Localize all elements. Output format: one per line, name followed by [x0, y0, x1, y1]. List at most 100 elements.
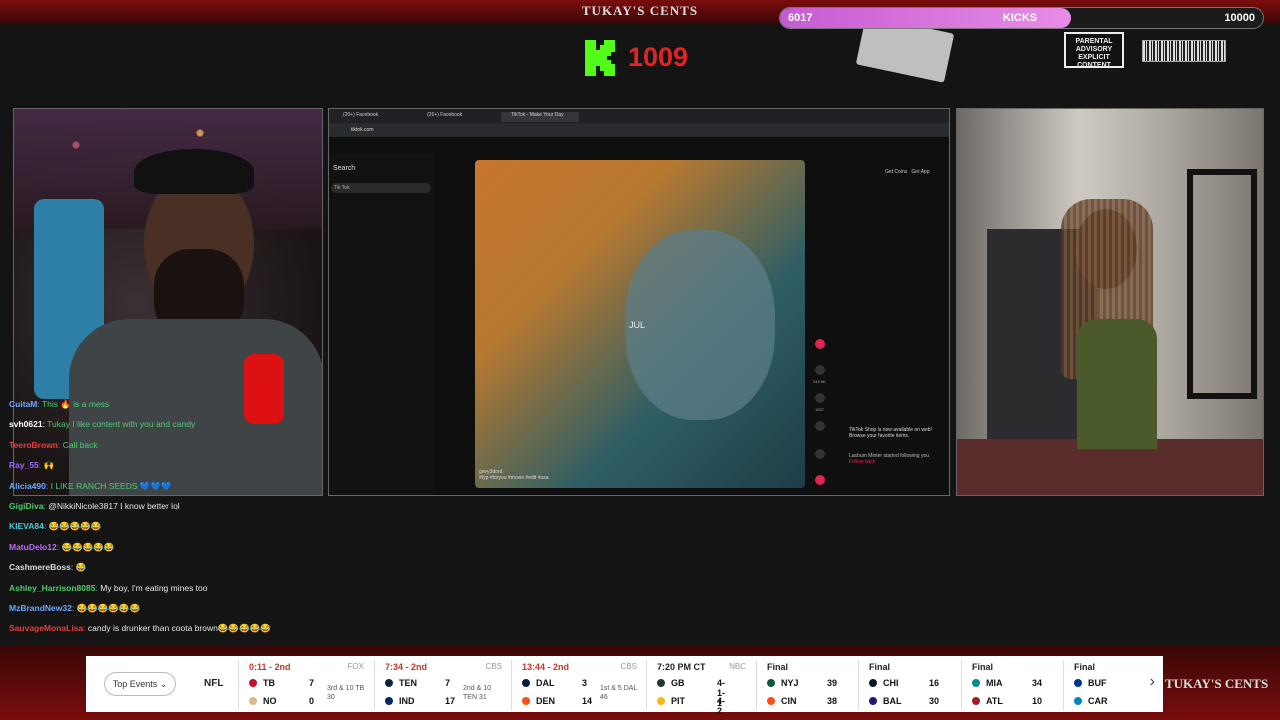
chat-text: Call back — [62, 439, 98, 450]
browser-tab[interactable]: (26+) Facebook — [417, 112, 462, 122]
video-overlay-text: JUL — [629, 320, 646, 330]
like-icon[interactable] — [815, 365, 825, 375]
browser-tab-active[interactable]: TikTok - Make Your Day — [501, 112, 579, 122]
chat-username[interactable]: CuitaM — [9, 399, 37, 409]
black-cap — [134, 149, 254, 194]
team-row: ATL 10 — [972, 696, 1042, 706]
team-score: 0 — [309, 696, 315, 706]
team-row: CAR — [1074, 696, 1108, 706]
team-abbr: BAL — [883, 696, 902, 706]
team-logo-icon — [657, 679, 665, 687]
team-score: 17 — [445, 696, 456, 706]
chat-username[interactable]: SauvageMonaLisa — [9, 623, 83, 633]
chat-message: MzBrandNew32: 😂😂😂😂😂😂 — [9, 602, 141, 613]
chat-username[interactable]: Ray_55 — [9, 460, 39, 470]
team-logo-icon — [972, 679, 980, 687]
team-score: 7 — [309, 678, 315, 688]
notification-shop: TikTok Shop is now available on web! Bro… — [849, 427, 949, 465]
browser-tab[interactable]: (20+) Facebook — [333, 112, 378, 122]
search-panel: Search Tik Tok — [329, 153, 434, 495]
chat-username[interactable]: CashmereBoss — [9, 562, 71, 572]
game-network: NBC — [729, 662, 746, 671]
team-row: BUF — [1074, 678, 1107, 688]
chat-text: 😂😂😂😂😂😂 — [76, 602, 141, 613]
chat-feed: CuitaM: This 🔥 is a mess svh0621: Tukay I… — [9, 398, 329, 643]
team-row: TEN 7 — [385, 678, 450, 688]
chat-username[interactable]: GigiDiva — [9, 501, 43, 511]
kick-logo-icon — [585, 40, 615, 76]
chat-text: This 🔥 is a mess — [41, 399, 110, 409]
team-score: 39 — [827, 678, 838, 688]
top-events-dropdown[interactable]: Top Events ⌄ — [104, 672, 176, 696]
chat-text: Tukay I like content with you and candy — [47, 419, 196, 430]
team-row: NO 0 — [249, 696, 314, 706]
team-abbr: CHI — [883, 678, 899, 688]
chat-text: 🙌 — [43, 460, 55, 471]
address-bar[interactable]: tiktok.com — [329, 123, 949, 137]
follow-back-link[interactable]: Follow back — [849, 459, 949, 465]
chevron-down-icon: ⌄ — [159, 679, 168, 689]
video-caption: gevy3dord #fyp #foryou #movie #edit #usa — [479, 469, 549, 481]
team-score: 30 — [929, 696, 940, 706]
like-count: 249.6K — [813, 379, 826, 384]
chevron-right-icon[interactable]: › — [1150, 673, 1155, 691]
team-abbr: BUF — [1088, 678, 1107, 688]
sound-disc-icon[interactable] — [815, 475, 825, 485]
team-logo-icon — [522, 697, 530, 705]
game-score-card[interactable]: 13:44 - 2nd CBS DAL 3 DEN 14 1st & 5 DAL 46 — [511, 660, 645, 710]
bookmark-icon[interactable] — [815, 421, 825, 431]
team-score: 14 — [582, 696, 593, 706]
game-network: FOX — [347, 662, 364, 671]
game-score-card[interactable]: Final NYJ 39 CIN 38 — [756, 660, 857, 710]
chat-text: candy is drunker than coota brown😂😂😂😂😂 — [87, 623, 271, 634]
comment-icon[interactable] — [815, 393, 825, 403]
get-coins-link[interactable]: Get Coins Get App — [885, 169, 929, 175]
team-score: 34 — [1032, 678, 1043, 688]
team-row: DAL 3 — [522, 678, 587, 688]
chat-username[interactable]: KIEVA84 — [9, 521, 44, 531]
video-subject — [625, 230, 775, 420]
stream-overlay: TUKAY'S CENTS 6017 KICKS 10000 1009 PARE… — [0, 0, 1280, 720]
game-score-card[interactable]: 7:34 - 2nd CBS TEN 7 IND 17 2nd & 10 TEN 31 — [374, 660, 510, 710]
team-abbr: DEN — [536, 696, 556, 706]
team-abbr: CIN — [781, 696, 797, 706]
down-distance: 1st & 5 DAL 46 — [600, 685, 638, 701]
game-score-card[interactable]: Final CHI 16 BAL 30 — [858, 660, 960, 710]
screen-share-browser: (20+) Facebook (26+) Facebook TikTok - M… — [328, 108, 950, 496]
team-logo-icon — [1074, 679, 1082, 687]
profile-avatar[interactable] — [815, 339, 825, 349]
team-score: 7 — [445, 678, 451, 688]
chat-username[interactable]: TeeroBrown — [9, 440, 58, 450]
chat-username[interactable]: svh0621 — [9, 419, 43, 429]
team-abbr: PIT — [671, 696, 686, 706]
team-abbr: NYJ — [781, 678, 799, 688]
search-title: Search — [333, 165, 356, 172]
shop-note-text: TikTok Shop is now available on web! Bro… — [849, 427, 932, 439]
tiktok-video[interactable]: JUL — [475, 160, 805, 488]
chat-text: @NikkiNicole3817 I know better lol — [48, 500, 180, 511]
chat-message: CuitaM: This 🔥 is a mess — [9, 399, 110, 409]
chat-username[interactable]: Alicia490 — [9, 481, 46, 491]
team-abbr: NO — [263, 696, 277, 706]
team-row: MIA 34 — [972, 678, 1042, 688]
team-logo-icon — [249, 697, 257, 705]
game-status: 13:44 - 2nd — [522, 662, 570, 672]
game-score-card[interactable]: 7:20 PM CT NBC GB 4-1-1 PIT 4-2 — [646, 660, 754, 716]
game-status: Final — [972, 662, 994, 672]
team-logo-icon — [657, 697, 665, 705]
game-score-card[interactable]: Final MIA 34 ATL 10 — [961, 660, 1062, 710]
chat-username[interactable]: MatuDelo12 — [9, 542, 57, 552]
team-score: 10 — [1032, 696, 1043, 706]
game-status: Final — [767, 662, 789, 672]
game-score-card[interactable]: 0:11 - 2nd FOX TB 7 NO 0 3rd & 10 TB 30 — [238, 660, 372, 710]
share-icon[interactable] — [815, 449, 825, 459]
team-abbr: GB — [671, 678, 685, 688]
comment-count: 1537 — [815, 407, 824, 412]
chat-message: svh0621: Tukay I like content with you a… — [9, 419, 196, 430]
chat-username[interactable]: Ashley_Harrison8085 — [9, 583, 95, 593]
chat-username[interactable]: MzBrandNew32 — [9, 603, 72, 613]
search-input[interactable]: Tik Tok — [331, 183, 431, 193]
game-score-card[interactable]: Final BUF CAR — [1063, 660, 1153, 710]
chat-text: 😂😂😂😂😂 — [61, 541, 115, 552]
team-logo-icon — [385, 679, 393, 687]
